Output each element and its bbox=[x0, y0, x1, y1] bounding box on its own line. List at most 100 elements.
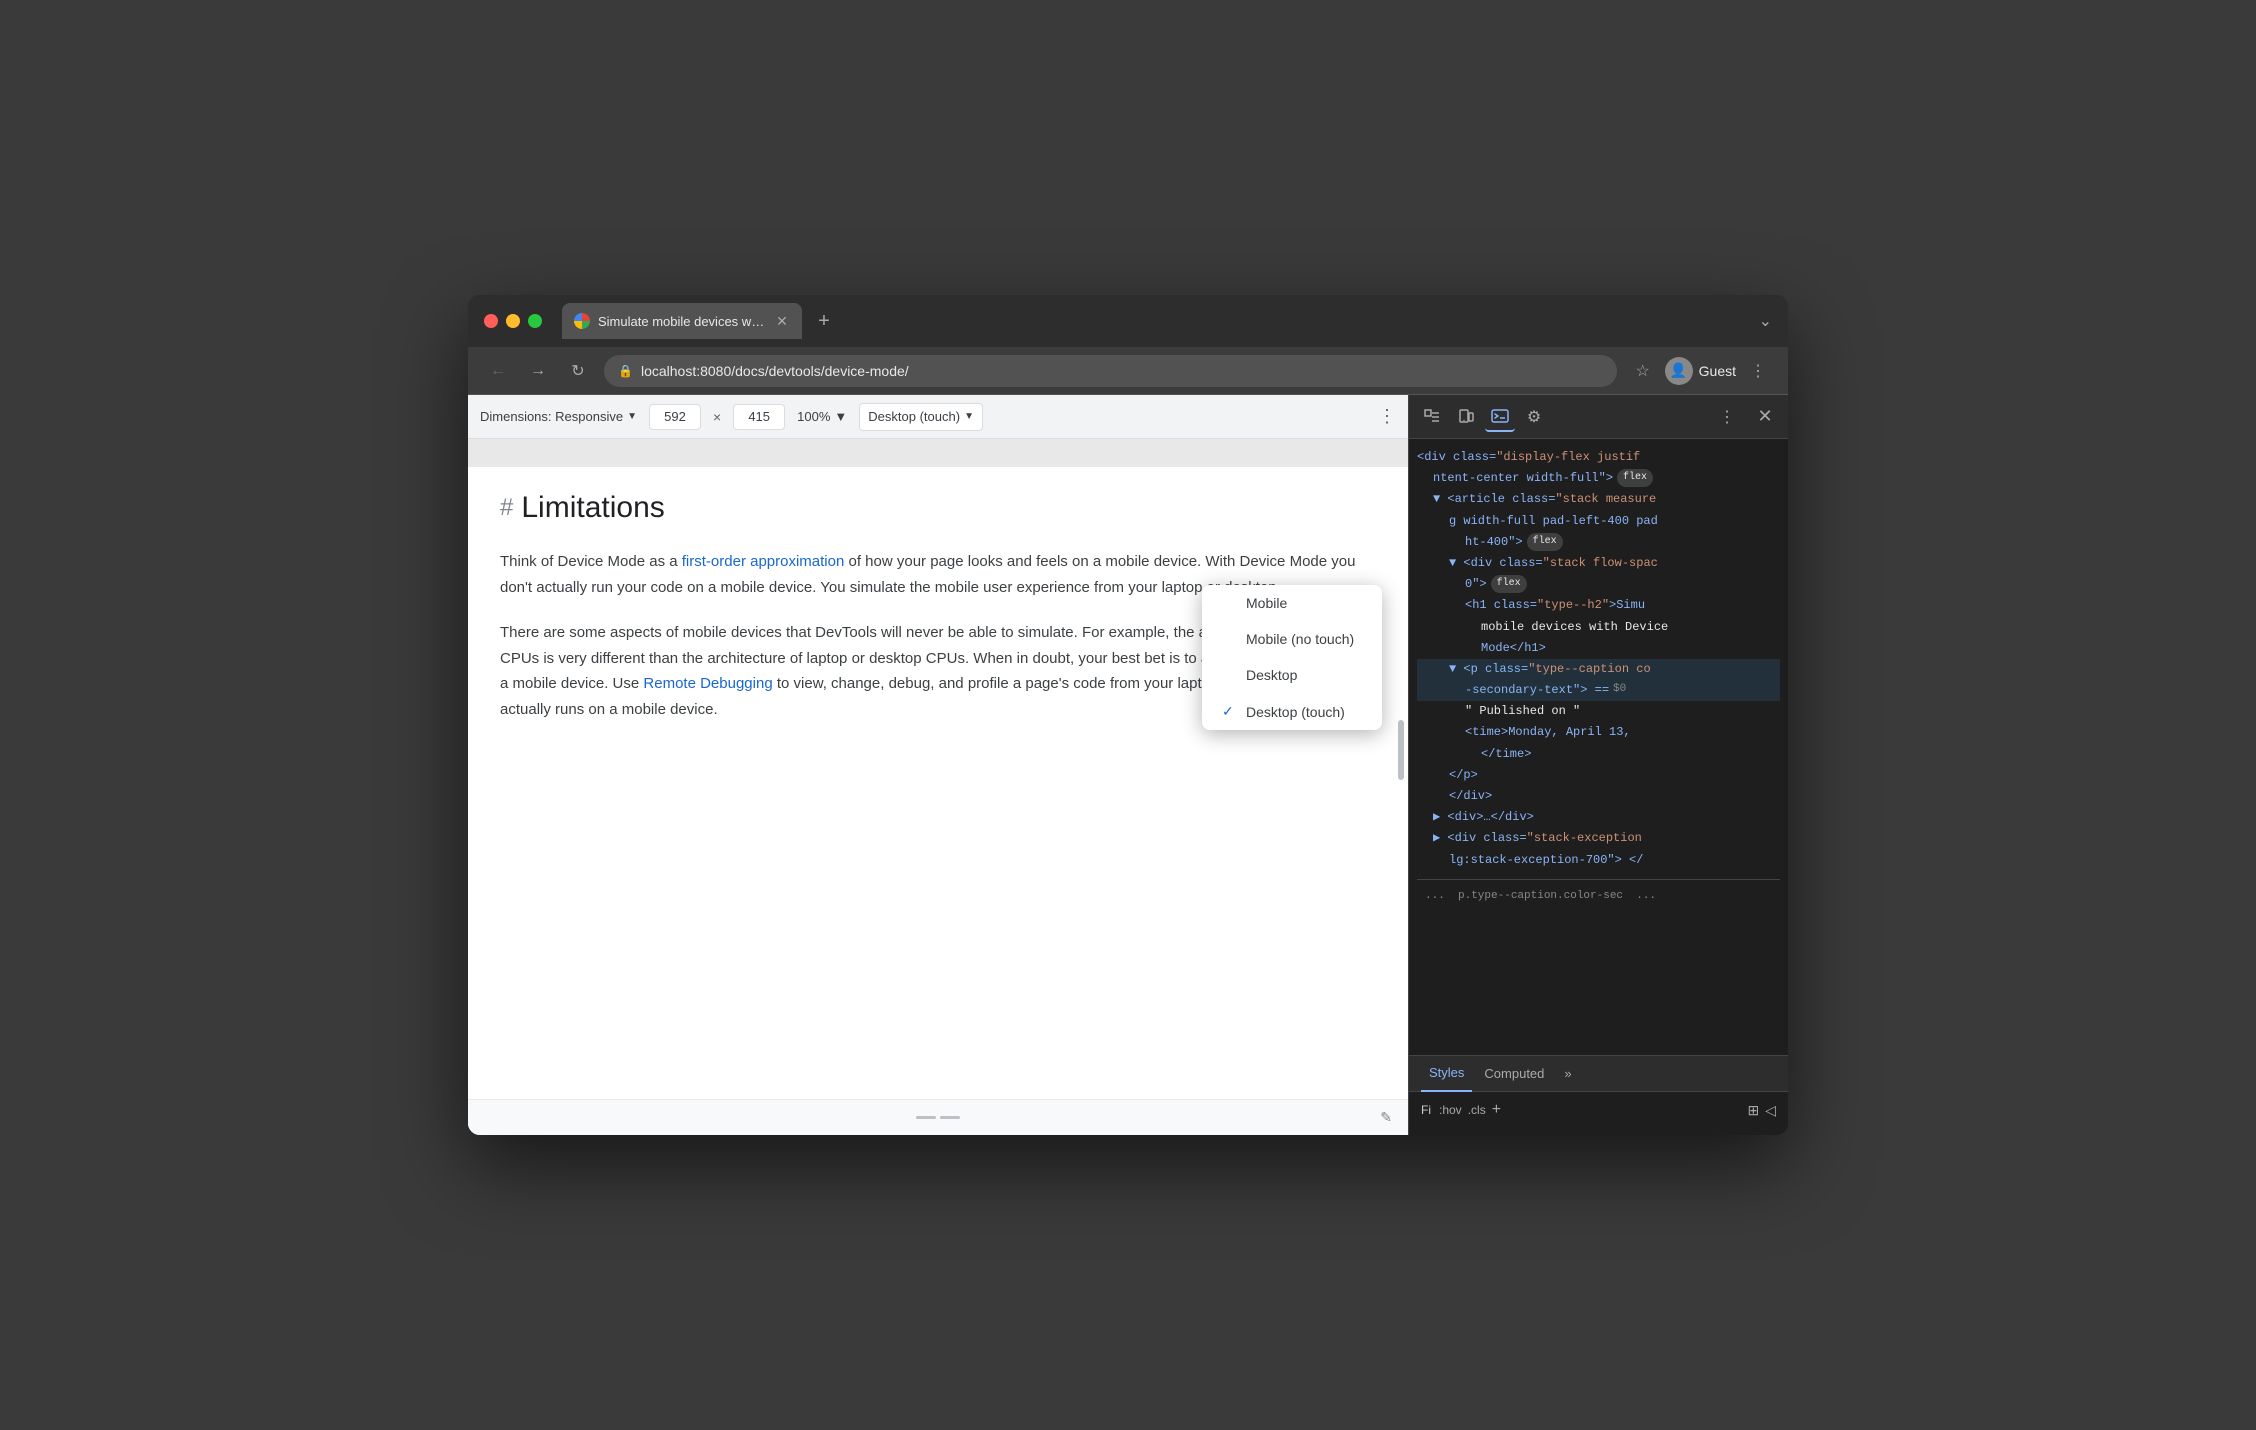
devtools-toolbar: ⚙ ⋮ ✕ bbox=[1409, 395, 1788, 439]
title-bar: Simulate mobile devices with D ✕ + ⌄ bbox=[468, 295, 1788, 347]
menu-icon[interactable]: ⋮ bbox=[1744, 357, 1772, 385]
zoom-selector[interactable]: 100% ▼ bbox=[797, 409, 847, 424]
device-toolbar: Dimensions: Responsive ▼ × 100% ▼ Deskto… bbox=[468, 395, 1408, 439]
inspector-icon[interactable] bbox=[1417, 402, 1447, 432]
styles-icon-2[interactable]: ◁ bbox=[1765, 1102, 1776, 1119]
height-input[interactable] bbox=[733, 404, 785, 430]
html-line: ▶ <div class="stack-exception bbox=[1417, 828, 1780, 849]
dimensions-chevron-icon: ▼ bbox=[627, 411, 637, 422]
remote-debugging-link[interactable]: Remote Debugging bbox=[643, 675, 772, 692]
back-button[interactable]: ← bbox=[484, 357, 512, 385]
dropdown-label-desktop-touch: Desktop (touch) bbox=[1246, 704, 1345, 720]
filter-input[interactable]: Fi bbox=[1421, 1103, 1431, 1117]
html-line: ▼ <div class="stack flow-spac bbox=[1417, 553, 1780, 574]
html-line-selected[interactable]: ▼ <p class="type--caption co bbox=[1417, 659, 1780, 680]
reload-button[interactable]: ↻ bbox=[564, 357, 592, 385]
devtools-filter-row: Fi :hov .cls + ⊞ ◁ bbox=[1409, 1092, 1788, 1128]
flex-badge-2: flex bbox=[1527, 533, 1563, 551]
bookmark-icon[interactable]: ☆ bbox=[1629, 357, 1657, 385]
html-line: g width-full pad-left-400 pad bbox=[1417, 511, 1780, 532]
tab-title: Simulate mobile devices with D bbox=[598, 314, 766, 329]
settings-icon[interactable]: ⚙ bbox=[1519, 402, 1549, 432]
html-line-selected-2[interactable]: -secondary-text"> == $0 bbox=[1417, 680, 1780, 701]
nav-bar-end: ☆ 👤 Guest ⋮ bbox=[1629, 357, 1772, 385]
minimize-button[interactable] bbox=[506, 314, 520, 328]
dropdown-item-mobile-no-touch[interactable]: Mobile (no touch) bbox=[1202, 621, 1382, 657]
new-tab-button[interactable]: + bbox=[810, 307, 838, 335]
dropdown-item-desktop[interactable]: Desktop bbox=[1202, 657, 1382, 693]
close-button[interactable] bbox=[484, 314, 498, 328]
html-line: ▼ <article class="stack measure bbox=[1417, 489, 1780, 510]
page-scrollbar[interactable] bbox=[1398, 720, 1404, 780]
html-line: ht-400"> flex bbox=[1417, 532, 1780, 553]
devtools-styles-panel: Styles Computed » Fi :hov .cls + ⊞ ◁ bbox=[1409, 1055, 1788, 1135]
forward-button[interactable]: → bbox=[524, 357, 552, 385]
browser-window: Simulate mobile devices with D ✕ + ⌄ ← →… bbox=[468, 295, 1788, 1135]
bottom-line-1 bbox=[916, 1116, 936, 1119]
dropdown-item-desktop-touch[interactable]: ✓ Desktop (touch) bbox=[1202, 693, 1382, 730]
active-tab[interactable]: Simulate mobile devices with D ✕ bbox=[562, 303, 802, 339]
breadcrumb: ... p.type--caption.color-sec ... bbox=[1417, 890, 1664, 902]
device-selector[interactable]: Desktop (touch) ▼ bbox=[859, 403, 983, 431]
dimension-separator: × bbox=[713, 409, 721, 425]
maximize-button[interactable] bbox=[528, 314, 542, 328]
profile-name: Guest bbox=[1699, 363, 1736, 379]
html-line: </p> bbox=[1417, 765, 1780, 786]
dollar-sign: $0 bbox=[1613, 681, 1626, 699]
heading-text: Limitations bbox=[521, 491, 664, 525]
heading-hash: # bbox=[500, 494, 513, 522]
styles-icon-1[interactable]: ⊞ bbox=[1747, 1102, 1759, 1119]
html-line: ntent-center width-full"> flex bbox=[1417, 468, 1780, 489]
page-frame: # Limitations Think of Device Mode as a … bbox=[468, 439, 1408, 1135]
filter-hov[interactable]: :hov bbox=[1439, 1103, 1462, 1117]
zoom-chevron-icon: ▼ bbox=[834, 409, 847, 424]
bottom-line-2 bbox=[940, 1116, 960, 1119]
dropdown-label-mobile-no-touch: Mobile (no touch) bbox=[1246, 631, 1354, 647]
html-line: Mode</h1> bbox=[1417, 638, 1780, 659]
traffic-lights bbox=[484, 314, 542, 328]
devtools-more-icon[interactable]: ⋮ bbox=[1712, 402, 1742, 432]
first-order-link[interactable]: first-order approximation bbox=[682, 553, 845, 570]
filter-tags: :hov .cls + bbox=[1439, 1101, 1501, 1119]
nav-bar: ← → ↻ 🔒 localhost:8080/docs/devtools/dev… bbox=[468, 347, 1788, 395]
width-input[interactable] bbox=[649, 404, 701, 430]
device-dropdown-menu: Mobile Mobile (no touch) Desktop ✓ Deskt… bbox=[1202, 585, 1382, 730]
console-icon[interactable] bbox=[1485, 402, 1515, 432]
breadcrumb-bar: ... p.type--caption.color-sec ... bbox=[1417, 879, 1780, 906]
html-line: ▶ <div>…</div> bbox=[1417, 807, 1780, 828]
tab-styles[interactable]: Styles bbox=[1421, 1056, 1472, 1092]
device-chevron-icon: ▼ bbox=[964, 411, 974, 422]
tab-bar: Simulate mobile devices with D ✕ + ⌄ bbox=[562, 303, 1772, 339]
article-content: # Limitations Think of Device Mode as a … bbox=[468, 467, 1408, 1099]
html-line: 0"> flex bbox=[1417, 574, 1780, 595]
tab-more[interactable]: » bbox=[1556, 1056, 1579, 1092]
devtools-content: <div class="display-flex justif ntent-ce… bbox=[1409, 439, 1788, 1055]
html-line: </div> bbox=[1417, 786, 1780, 807]
top-strip bbox=[468, 439, 1408, 467]
lock-icon: 🔒 bbox=[618, 364, 633, 378]
address-bar[interactable]: 🔒 localhost:8080/docs/devtools/device-mo… bbox=[604, 355, 1617, 387]
filter-cls[interactable]: .cls bbox=[1468, 1103, 1486, 1117]
main-area: Dimensions: Responsive ▼ × 100% ▼ Deskto… bbox=[468, 395, 1788, 1135]
dropdown-item-mobile[interactable]: Mobile bbox=[1202, 585, 1382, 621]
dropdown-label-mobile: Mobile bbox=[1246, 595, 1287, 611]
tab-favicon bbox=[574, 313, 590, 329]
html-line: mobile devices with Device bbox=[1417, 617, 1780, 638]
flex-badge: flex bbox=[1617, 469, 1653, 487]
devtools-close-icon[interactable]: ✕ bbox=[1750, 402, 1780, 432]
profile-button[interactable]: 👤 Guest bbox=[1665, 357, 1736, 385]
tab-close-button[interactable]: ✕ bbox=[774, 313, 790, 329]
bottom-bar-lines bbox=[916, 1116, 960, 1119]
html-code: <div class="display-flex justif ntent-ce… bbox=[1409, 447, 1788, 905]
check-icon-desktop-touch: ✓ bbox=[1222, 703, 1238, 720]
device-mode-icon[interactable] bbox=[1451, 402, 1481, 432]
filter-plus-icon[interactable]: + bbox=[1492, 1101, 1501, 1119]
avatar: 👤 bbox=[1665, 357, 1693, 385]
devtools-panel: ⚙ ⋮ ✕ <div class="display-flex justif nt… bbox=[1408, 395, 1788, 1135]
toolbar-more-button[interactable]: ⋮ bbox=[1378, 406, 1396, 427]
html-line: <time>Monday, April 13, bbox=[1417, 722, 1780, 743]
dropdown-label-desktop: Desktop bbox=[1246, 667, 1297, 683]
dimensions-label: Dimensions: Responsive ▼ bbox=[480, 409, 637, 424]
left-panel: Dimensions: Responsive ▼ × 100% ▼ Deskto… bbox=[468, 395, 1408, 1135]
tab-computed[interactable]: Computed bbox=[1476, 1056, 1552, 1092]
